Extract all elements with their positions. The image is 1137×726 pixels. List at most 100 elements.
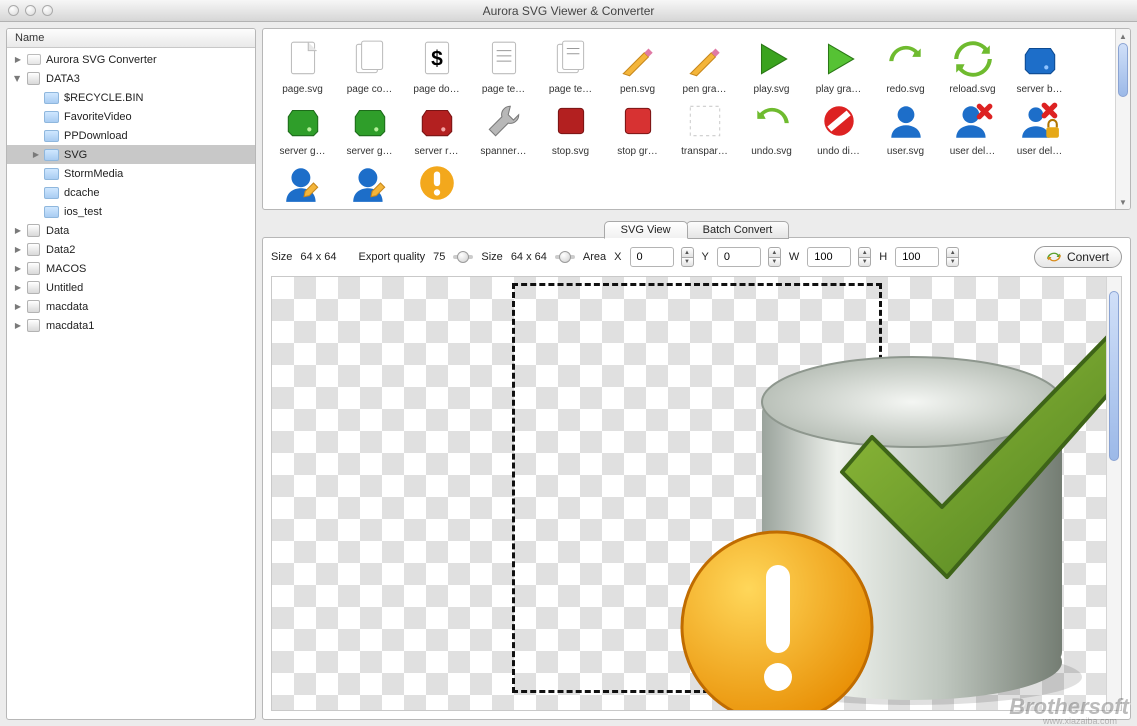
tree-node[interactable]: PPDownload [7,126,255,145]
minimize-window-button[interactable] [25,5,36,16]
tree-node[interactable]: ios_test [7,202,255,221]
thumbnail-item[interactable]: transpar… [671,97,738,157]
sidebar-header[interactable]: Name [7,29,255,48]
thumbnail-label: redo.svg [876,84,936,95]
tree-node[interactable]: $RECYCLE.BIN [7,88,255,107]
area-h-input[interactable] [895,247,939,267]
thumbnail-item[interactable]: play gra… [805,35,872,95]
drive-icon [26,262,41,275]
scroll-thumb[interactable] [1118,43,1128,97]
thumbnail-item[interactable]: server r… [403,97,470,157]
thumbnail-item[interactable]: undo di… [805,97,872,157]
disclosure-triangle-icon[interactable]: ▶ [13,302,23,312]
sidebar: Name ▶Aurora SVG Converter▶DATA3$RECYCLE… [6,28,256,720]
close-window-button[interactable] [8,5,19,16]
size-value: 64 x 64 [300,251,336,263]
thumbnail-item[interactable]: pen.svg [604,35,671,95]
disclosure-triangle-icon[interactable]: ▶ [13,321,23,331]
tree-node-label: Data [46,225,69,237]
canvas-scrollbar[interactable] [1106,277,1121,710]
folder-icon [44,205,59,218]
thumbnail-item[interactable] [336,159,403,208]
folder-tree[interactable]: ▶Aurora SVG Converter▶DATA3$RECYCLE.BIN F… [7,48,255,719]
thumbnail-label: transpar… [675,146,735,157]
user-del-lock-icon [1016,97,1064,145]
export-quality-slider[interactable] [453,251,473,263]
thumbnail-item[interactable]: page.svg [269,35,336,95]
scroll-up-icon[interactable]: ▲ [1116,29,1130,43]
tree-node-label: FavoriteVideo [64,111,132,123]
disclosure-triangle-icon[interactable]: ▶ [13,264,23,274]
thumbnail-item[interactable]: stop gr… [604,97,671,157]
canvas-scroll-thumb[interactable] [1109,291,1119,461]
disclosure-triangle-icon[interactable]: ▶ [13,226,23,236]
thumbnail-label: page te… [541,84,601,95]
size-slider[interactable] [555,251,575,263]
tab-batch-convert[interactable]: Batch Convert [686,221,790,239]
disclosure-triangle-icon[interactable]: ▶ [13,74,23,84]
area-w-input[interactable] [807,247,851,267]
disclosure-triangle-icon [31,112,41,122]
thumbnail-item[interactable]: user del… [1006,97,1073,157]
area-w-stepper[interactable]: ▲▼ [858,247,871,267]
convert-button-label: Convert [1067,250,1109,264]
tree-node[interactable]: StormMedia [7,164,255,183]
tree-node[interactable]: ▶DATA3 [7,69,255,88]
tree-node[interactable]: ▶MACOS [7,259,255,278]
folder-icon [44,186,59,199]
disclosure-triangle-icon[interactable]: ▶ [13,55,23,65]
convert-button[interactable]: Convert [1034,246,1122,268]
thumbnail-item[interactable]: pen gra… [671,35,738,95]
thumbnail-item[interactable] [269,159,336,208]
preview-canvas[interactable] [271,276,1122,711]
play-grad-icon [815,35,863,83]
tree-node[interactable]: ▶Aurora SVG Converter [7,50,255,69]
server-green2-icon [346,97,394,145]
thumbnail-item[interactable] [403,159,470,208]
tree-node[interactable]: ▶macdata [7,297,255,316]
thumbnail-item[interactable]: undo.svg [738,97,805,157]
tree-node[interactable]: FavoriteVideo [7,107,255,126]
disclosure-triangle-icon [31,207,41,217]
tree-node[interactable]: ▶Untitled [7,278,255,297]
thumbnail-item[interactable]: reload.svg [939,35,1006,95]
tab-svg-view[interactable]: SVG View [604,221,688,239]
area-y-input[interactable] [717,247,761,267]
zoom-window-button[interactable] [42,5,53,16]
tree-node[interactable]: ▶SVG [7,145,255,164]
tree-node[interactable]: dcache [7,183,255,202]
thumbnail-item[interactable]: user.svg [872,97,939,157]
svg-view-panel: Size 64 x 64 Export quality 75 Size 64 x… [262,237,1131,720]
thumbnail-item[interactable]: stop.svg [537,97,604,157]
thumbnail-item[interactable]: redo.svg [872,35,939,95]
size2-value: 64 x 64 [511,251,547,263]
scroll-down-icon[interactable]: ▼ [1116,195,1130,209]
thumbnail-item[interactable]: server g… [269,97,336,157]
area-x-stepper[interactable]: ▲▼ [681,247,694,267]
thumbnails-scrollbar[interactable]: ▲ ▼ [1115,29,1130,209]
thumbnail-item[interactable]: page co… [336,35,403,95]
thumbnail-item[interactable]: spanner… [470,97,537,157]
disclosure-triangle-icon[interactable]: ▶ [31,150,41,160]
disclosure-triangle-icon[interactable]: ▶ [13,283,23,293]
thumbnail-item[interactable]: page te… [470,35,537,95]
tree-node[interactable]: ▶ Data [7,221,255,240]
thumbnail-item[interactable]: user del… [939,97,1006,157]
area-y-stepper[interactable]: ▲▼ [768,247,781,267]
page-icon [279,35,327,83]
area-x-input[interactable] [630,247,674,267]
server-green-icon [279,97,327,145]
thumbnail-item[interactable]: play.svg [738,35,805,95]
undo-icon [748,97,796,145]
thumbnail-item[interactable]: server g… [336,97,403,157]
area-h-stepper[interactable]: ▲▼ [946,247,959,267]
tree-node[interactable]: ▶macdata1 [7,316,255,335]
thumbnail-label: undo.svg [742,146,802,157]
thumbnail-item[interactable]: page te… [537,35,604,95]
thumbnail-item[interactable]: server b… [1006,35,1073,95]
disclosure-triangle-icon[interactable]: ▶ [13,245,23,255]
thumbnail-item[interactable]: $page do… [403,35,470,95]
tree-node[interactable]: ▶Data2 [7,240,255,259]
disclosure-triangle-icon [31,169,41,179]
stop-icon [547,97,595,145]
